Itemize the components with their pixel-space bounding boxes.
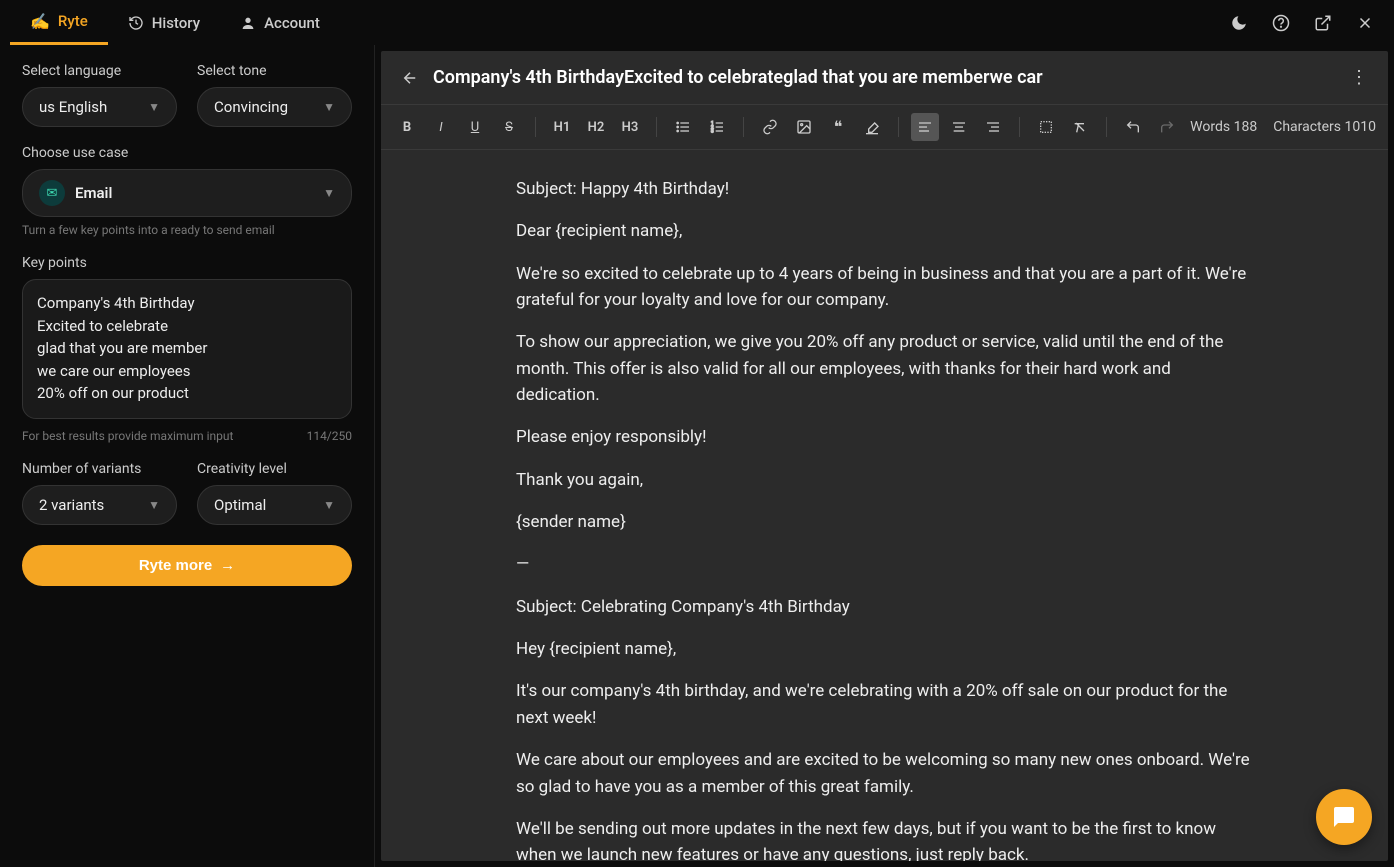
h1-button[interactable]: H1 — [548, 113, 576, 141]
creativity-select[interactable]: Optimal ▼ — [197, 485, 352, 525]
editor-paragraph[interactable]: Subject: Celebrating Company's 4th Birth… — [516, 594, 1253, 620]
chat-fab[interactable] — [1316, 789, 1372, 845]
language-label: Select language — [22, 63, 177, 79]
svg-text:3: 3 — [711, 128, 714, 134]
person-icon — [240, 15, 256, 31]
editor-paragraph[interactable]: Thank you again, — [516, 467, 1253, 493]
usecase-hint: Turn a few key points into a ready to se… — [22, 223, 352, 237]
variants-label: Number of variants — [22, 461, 177, 477]
nav-tab-label: Account — [264, 14, 320, 32]
variants-value: 2 variants — [39, 496, 104, 514]
chevron-down-icon: ▼ — [323, 186, 335, 200]
editor-paragraph[interactable]: It's our company's 4th birthday, and we'… — [516, 678, 1253, 731]
chevron-down-icon: ▼ — [148, 498, 160, 512]
chevron-down-icon: ▼ — [323, 100, 335, 114]
ryte-icon: ✍️ — [30, 12, 50, 31]
expand-button[interactable] — [1032, 113, 1060, 141]
editor-paragraph[interactable]: Hey {recipient name}, — [516, 636, 1253, 662]
usecase-label: Choose use case — [22, 145, 352, 161]
editor-content[interactable]: Subject: Happy 4th Birthday! Dear {recipi… — [381, 150, 1388, 861]
chevron-down-icon: ▼ — [323, 498, 335, 512]
align-left-button[interactable] — [911, 113, 939, 141]
nav-tab-account[interactable]: Account — [220, 0, 340, 45]
quote-button[interactable]: ❝ — [824, 113, 852, 141]
open-external-icon[interactable] — [1314, 14, 1332, 32]
align-center-button[interactable] — [945, 113, 973, 141]
underline-button[interactable]: U — [461, 113, 489, 141]
moon-icon[interactable] — [1230, 14, 1248, 32]
keypoints-input[interactable] — [22, 279, 352, 419]
top-nav: ✍️ Ryte History Account — [0, 0, 1394, 45]
back-arrow-icon[interactable] — [401, 69, 419, 87]
editor-panel: Company's 4th BirthdayExcited to celebra… — [381, 51, 1388, 861]
close-icon[interactable] — [1356, 14, 1374, 32]
word-count: Words 188 — [1190, 119, 1257, 135]
arrow-right-icon: → — [220, 557, 235, 574]
language-value: us English — [39, 98, 107, 116]
more-vertical-icon[interactable]: ⋮ — [1350, 67, 1368, 88]
link-button[interactable] — [756, 113, 784, 141]
image-button[interactable] — [790, 113, 818, 141]
sidebar: Select language us English ▼ Select tone… — [0, 45, 375, 867]
editor-paragraph[interactable]: To show our appreciation, we give you 20… — [516, 329, 1253, 408]
tone-value: Convincing — [214, 98, 288, 116]
bold-button[interactable]: B — [393, 113, 421, 141]
tone-label: Select tone — [197, 63, 352, 79]
variants-select[interactable]: 2 variants ▼ — [22, 485, 177, 525]
redo-button[interactable] — [1153, 113, 1181, 141]
nav-tab-label: History — [152, 14, 200, 32]
ordered-list-button[interactable]: 123 — [703, 113, 731, 141]
editor-paragraph[interactable]: Subject: Happy 4th Birthday! — [516, 176, 1253, 202]
editor-paragraph[interactable]: We'll be sending out more updates in the… — [516, 816, 1253, 861]
email-icon: ✉ — [39, 180, 65, 206]
history-icon — [128, 15, 144, 31]
nav-tab-history[interactable]: History — [108, 0, 220, 45]
editor-paragraph[interactable]: Dear {recipient name}, — [516, 218, 1253, 244]
clear-format-button[interactable] — [1066, 113, 1094, 141]
undo-button[interactable] — [1119, 113, 1147, 141]
editor-paragraph[interactable]: We're so excited to celebrate up to 4 ye… — [516, 261, 1253, 314]
creativity-label: Creativity level — [197, 461, 352, 477]
nav-tab-ryte[interactable]: ✍️ Ryte — [10, 0, 108, 45]
editor-toolbar: B I U S H1 H2 H3 123 ❝ — [381, 105, 1388, 150]
keypoints-counter: 114/250 — [307, 429, 352, 443]
bullet-list-button[interactable] — [669, 113, 697, 141]
keypoints-hint: For best results provide maximum input — [22, 429, 233, 443]
italic-button[interactable]: I — [427, 113, 455, 141]
nav-tab-label: Ryte — [58, 12, 88, 30]
h3-button[interactable]: H3 — [616, 113, 644, 141]
char-count: Characters 1010 — [1273, 119, 1376, 135]
editor-paragraph[interactable]: We care about our employees and are exci… — [516, 747, 1253, 800]
tone-select[interactable]: Convincing ▼ — [197, 87, 352, 127]
creativity-value: Optimal — [214, 496, 266, 514]
editor-paragraph[interactable]: {sender name} — [516, 509, 1253, 535]
h2-button[interactable]: H2 — [582, 113, 610, 141]
editor-paragraph[interactable]: — — [516, 551, 1253, 577]
ryte-more-button[interactable]: Ryte more → — [22, 545, 352, 586]
usecase-select[interactable]: ✉ Email ▼ — [22, 169, 352, 217]
keypoints-label: Key points — [22, 255, 352, 271]
chevron-down-icon: ▼ — [148, 100, 160, 114]
help-icon[interactable] — [1272, 14, 1290, 32]
editor-paragraph[interactable]: Please enjoy responsibly! — [516, 424, 1253, 450]
document-title: Company's 4th BirthdayExcited to celebra… — [433, 67, 1336, 88]
align-right-button[interactable] — [979, 113, 1007, 141]
strikethrough-button[interactable]: S — [495, 113, 523, 141]
highlight-button[interactable] — [858, 113, 886, 141]
ryte-button-label: Ryte more — [139, 557, 212, 574]
usecase-value: Email — [75, 184, 112, 202]
language-select[interactable]: us English ▼ — [22, 87, 177, 127]
